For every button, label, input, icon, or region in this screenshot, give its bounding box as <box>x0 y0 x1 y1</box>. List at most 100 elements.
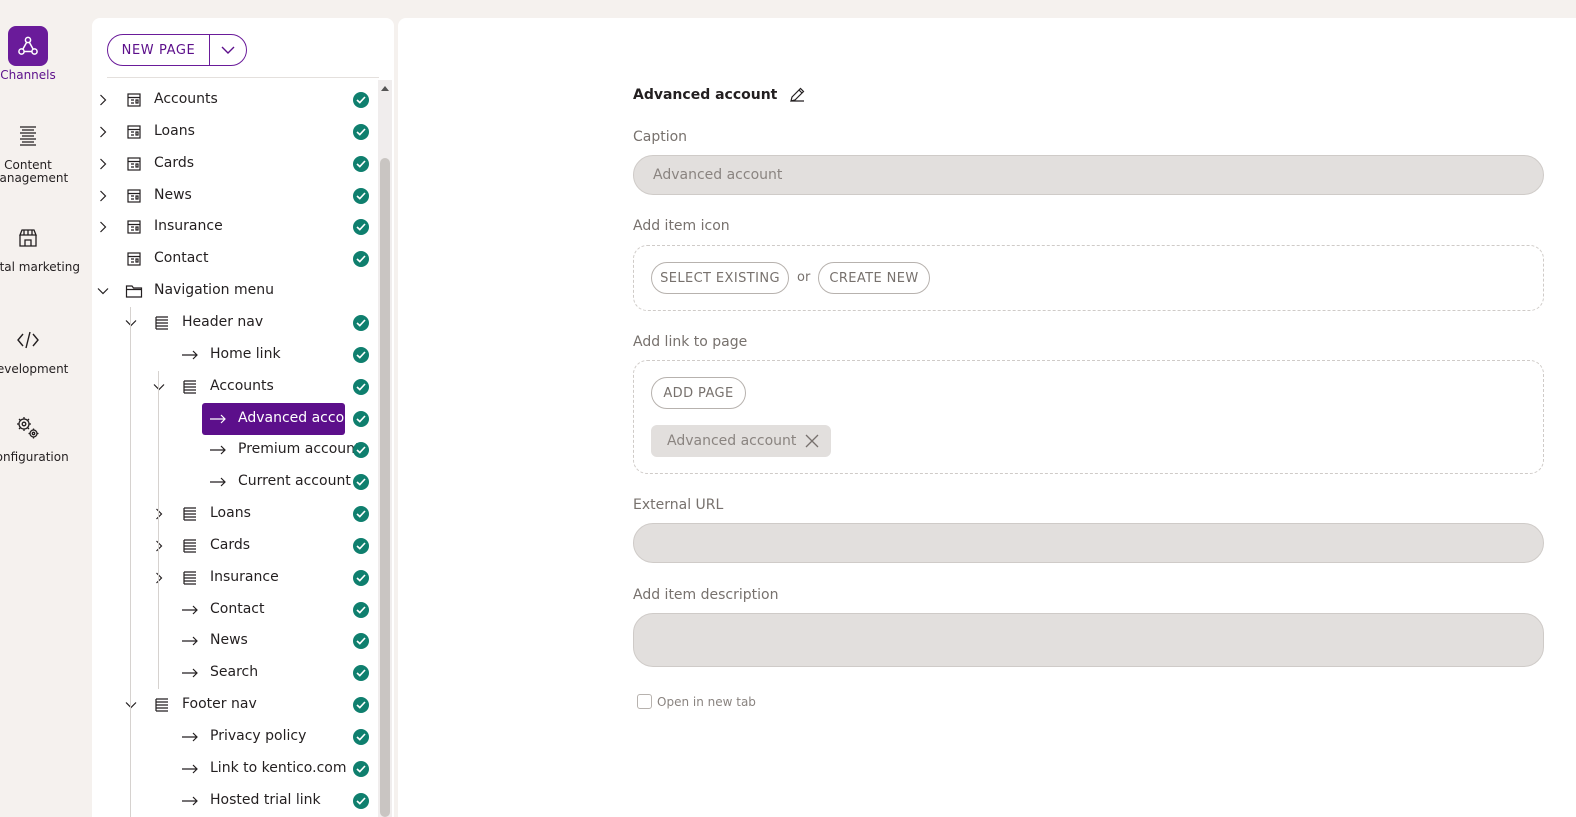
item-icon-label: Add item icon <box>633 218 730 234</box>
tree-guide-line <box>158 402 159 499</box>
tree-item-label: Current account <box>238 473 351 490</box>
rail-label-content-management: Content management <box>0 158 69 185</box>
tree-item-label: Insurance <box>210 568 279 585</box>
tree-item-contact[interactable]: Contact <box>92 596 378 624</box>
item-description-textarea[interactable] <box>633 613 1544 667</box>
chevron-down-icon[interactable] <box>124 316 138 330</box>
published-status-icon <box>353 155 369 172</box>
page-tree: Accounts Loans Cards News Insurance Contact Na… <box>92 84 378 817</box>
caption-input[interactable] <box>633 155 1544 195</box>
rail-item-development[interactable]: Development <box>0 320 82 376</box>
chevron-right-icon[interactable] <box>96 220 110 234</box>
tree-item-search[interactable]: Search <box>92 659 378 687</box>
tree-item-link-to-kentico-com[interactable]: Link to kentico.com <box>92 755 378 783</box>
scroll-thumb[interactable] <box>380 158 390 817</box>
chevron-right-icon[interactable] <box>96 93 110 107</box>
list-icon <box>181 378 199 396</box>
tree-item-premium-account[interactable]: Premium account <box>92 436 378 464</box>
chevron-right-icon[interactable] <box>152 571 166 585</box>
select-existing-button[interactable]: SELECT EXISTING <box>651 262 789 294</box>
tree-item-label: Link to kentico.com <box>210 759 347 776</box>
published-status-icon <box>353 219 369 236</box>
new-page-options-button[interactable] <box>209 35 246 65</box>
tree-item-news[interactable]: News <box>92 182 378 210</box>
form-title: Advanced account <box>633 86 778 103</box>
published-status-icon <box>353 729 369 745</box>
chevron-down-icon <box>221 46 235 54</box>
open-in-new-tab-row[interactable]: Open in new tab <box>637 694 756 709</box>
chevron-right-icon[interactable] <box>152 539 166 553</box>
external-url-input[interactable] <box>633 523 1544 563</box>
scroll-up-arrow-icon[interactable] <box>381 86 389 91</box>
chevron-down-icon[interactable] <box>124 698 138 712</box>
published-status-icon <box>353 123 369 140</box>
new-page-button[interactable]: NEW PAGE <box>108 35 209 65</box>
chevron-right-icon[interactable] <box>152 507 166 521</box>
rail-label-development: Development <box>0 362 69 376</box>
rail-label-channels: Channels <box>0 68 56 82</box>
rail-item-configuration[interactable]: Configuration <box>0 408 82 464</box>
add-page-button[interactable]: ADD PAGE <box>651 377 746 409</box>
close-icon <box>805 434 819 448</box>
tree-item-label: Advanced account <box>238 409 345 426</box>
channels-icon <box>8 26 48 66</box>
arrow-right-icon <box>181 346 199 364</box>
tree-item-loans[interactable]: Loans <box>92 118 378 146</box>
remove-linked-page-button[interactable] <box>805 434 819 448</box>
page-icon <box>125 187 143 205</box>
linked-page-chip: Advanced account <box>651 425 831 457</box>
edit-title-button[interactable] <box>789 86 806 103</box>
tree-item-advanced-account[interactable]: Advanced account <box>92 402 378 435</box>
chevron-right-icon[interactable] <box>96 189 110 203</box>
published-status-icon <box>353 346 369 363</box>
published-status-icon <box>353 601 369 618</box>
configuration-icon <box>0 408 82 448</box>
tree-scrollbar[interactable] <box>378 80 392 817</box>
tree-item-label: Loans <box>154 122 195 139</box>
page-icon <box>125 218 143 236</box>
tree-item-current-account[interactable]: Current account <box>92 468 378 496</box>
arrow-right-icon <box>181 601 199 619</box>
create-new-button[interactable]: CREATE NEW <box>818 262 930 294</box>
tree-item-home-link[interactable]: Home link <box>92 341 378 369</box>
digital-marketing-icon <box>0 218 82 258</box>
tree-item-label: Contact <box>210 600 265 617</box>
link-to-page-box: ADD PAGE Advanced account <box>633 360 1544 474</box>
chevron-right-icon[interactable] <box>96 125 110 139</box>
rail-label-configuration: Configuration <box>0 450 69 464</box>
content-management-icon <box>0 116 82 156</box>
open-in-new-tab-checkbox[interactable] <box>637 694 652 709</box>
tree-item-cards[interactable]: Cards <box>92 150 378 178</box>
chevron-right-icon[interactable] <box>96 157 110 171</box>
tree-item-navigation-menu[interactable]: Navigation menu <box>92 277 378 305</box>
tree-item-privacy-policy[interactable]: Privacy policy <box>92 723 378 751</box>
tree-item-header-nav[interactable]: Header nav <box>92 309 378 337</box>
tree-item-cards[interactable]: Cards <box>92 532 378 560</box>
tree-item-insurance[interactable]: Insurance <box>92 564 378 592</box>
published-status-icon <box>353 665 369 682</box>
tree-item-footer-nav[interactable]: Footer nav <box>92 691 378 719</box>
published-status-icon <box>353 760 369 777</box>
tree-item-accounts[interactable]: Accounts <box>92 86 378 114</box>
rail-item-digital-marketing[interactable]: Digital marketing <box>0 218 82 274</box>
rail-item-channels[interactable]: Channels <box>0 26 82 82</box>
tree-item-loans[interactable]: Loans <box>92 500 378 528</box>
arrow-right-icon <box>209 410 227 428</box>
tree-item-label: Loans <box>210 505 251 522</box>
tree-item-news[interactable]: News <box>92 627 378 655</box>
chevron-down-icon[interactable] <box>152 380 166 394</box>
published-status-icon <box>353 792 369 809</box>
published-status-icon <box>353 251 369 268</box>
tree-item-hosted-trial-link[interactable]: Hosted trial link <box>92 787 378 815</box>
tree-item-accounts[interactable]: Accounts <box>92 373 378 401</box>
published-status-icon <box>353 569 369 586</box>
tree-item-insurance[interactable]: Insurance <box>92 213 378 241</box>
page-icon <box>125 250 143 268</box>
rail-item-content-management[interactable]: Content management <box>0 116 82 185</box>
caption-label: Caption <box>633 129 688 145</box>
pencil-icon <box>790 87 805 102</box>
chevron-down-icon[interactable] <box>96 284 110 298</box>
tree-item-contact[interactable]: Contact <box>92 245 378 273</box>
published-status-icon <box>353 633 369 650</box>
tree-divider <box>107 77 379 78</box>
